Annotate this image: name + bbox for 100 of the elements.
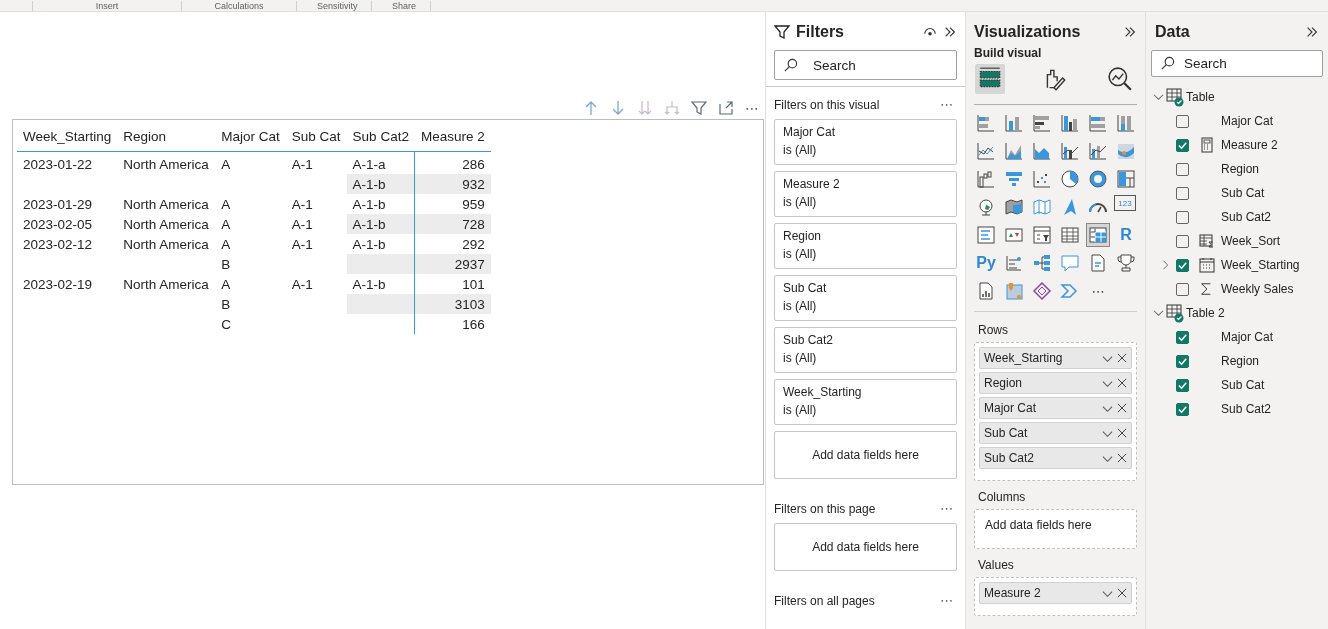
field-name[interactable]: Sub Cat	[1221, 378, 1265, 392]
checkbox[interactable]	[1176, 258, 1189, 272]
drop-zone-hint[interactable]: Add data fields here	[979, 514, 1132, 540]
search-field[interactable]: Search	[1151, 50, 1323, 77]
field-name[interactable]: Week_Sort	[1221, 234, 1281, 248]
table-cell: A	[221, 276, 231, 292]
table-name[interactable]: Table 2	[1186, 306, 1225, 320]
close-icon[interactable]	[1117, 428, 1127, 438]
filter-condition: is (All)	[783, 195, 818, 209]
ribbon-group-label: Insert	[32, 1, 181, 11]
column-header[interactable]: Region	[117, 120, 216, 152]
filter-card[interactable]: Sub Cat2 is (All)	[774, 327, 957, 373]
checkbox[interactable]	[1176, 402, 1189, 416]
slicer-icon[interactable]	[1030, 223, 1054, 247]
section-title: Filters on this visual	[774, 97, 880, 112]
filter-card[interactable]: Sub Cat is (All)	[774, 275, 957, 321]
field-name[interactable]: Sub Cat	[1221, 186, 1265, 200]
field-name[interactable]: Week_Starting	[1221, 258, 1300, 272]
table-cell: A-1	[291, 196, 313, 212]
field-pill[interactable]: Measure 2	[979, 582, 1132, 604]
field-well-label: Columns	[978, 490, 1027, 504]
field-pill[interactable]: Sub Cat	[979, 422, 1132, 444]
checkbox[interactable]	[1176, 354, 1189, 368]
multi-row-card-icon[interactable]	[974, 223, 998, 247]
close-icon[interactable]	[1117, 353, 1127, 363]
close-icon[interactable]	[1117, 378, 1127, 388]
trophy-icon[interactable]	[1114, 251, 1138, 275]
focus-mode-icon[interactable]	[718, 100, 734, 116]
table-cell: North America	[123, 216, 209, 232]
table-cell: A-1	[291, 216, 313, 232]
build-visual-icon[interactable]	[975, 64, 1005, 94]
table-name[interactable]: Table	[1186, 90, 1215, 104]
close-icon[interactable]	[1117, 588, 1127, 598]
table-cell: B	[221, 256, 231, 272]
table-cell: 932	[462, 176, 485, 192]
collapse-icon[interactable]	[943, 25, 957, 39]
chevron-icon[interactable]	[1153, 91, 1164, 103]
calculator-icon	[1199, 137, 1215, 153]
chevron-icon[interactable]	[1153, 307, 1164, 319]
filter-field-name: Major Cat	[783, 125, 836, 139]
checkbox[interactable]	[1176, 138, 1189, 152]
column-header[interactable]: Sub Cat2	[346, 120, 415, 152]
filter-field-name: Sub Cat2	[783, 333, 835, 347]
field-name: Week_Starting	[984, 351, 1064, 365]
field-name: Region	[984, 376, 1024, 390]
checkbox[interactable]	[1176, 282, 1189, 296]
filter-icon[interactable]	[691, 100, 707, 116]
field-name[interactable]: Region	[1221, 354, 1260, 368]
checkbox[interactable]	[1176, 186, 1189, 200]
filter-field-name: Measure 2	[783, 177, 841, 191]
field-pill[interactable]: Major Cat	[979, 397, 1132, 419]
close-icon[interactable]	[1117, 453, 1127, 463]
checkbox[interactable]	[1176, 378, 1189, 392]
field-name[interactable]: Weekly Sales	[1221, 282, 1294, 296]
down-arrow-icon[interactable]	[610, 100, 626, 116]
search-field[interactable]: Search	[774, 50, 957, 80]
column-header[interactable]: Sub Cat	[285, 120, 347, 152]
checkbox[interactable]	[1176, 162, 1189, 176]
filter-card[interactable]: Major Cat is (All)	[774, 119, 957, 165]
field-pill[interactable]: Sub Cat2	[979, 447, 1132, 469]
field-name[interactable]: Major Cat	[1221, 330, 1273, 344]
table-cell: 2937	[454, 256, 485, 272]
table-cell: 166	[462, 316, 485, 332]
more-options-button[interactable]: ⋯	[936, 593, 957, 608]
column-header[interactable]: Week_Starting	[17, 120, 118, 152]
column-header[interactable]: Major Cat	[215, 120, 286, 152]
field-name[interactable]: Sub Cat2	[1221, 402, 1272, 416]
more-options-button[interactable]: ⋯	[936, 97, 957, 112]
column-header[interactable]: Measure 2	[414, 120, 491, 152]
field-name[interactable]: Sub Cat2	[1221, 210, 1272, 224]
collapse-icon[interactable]	[1305, 25, 1319, 39]
field-name[interactable]: Region	[1221, 162, 1260, 176]
donut-chart-icon[interactable]	[1086, 167, 1110, 191]
checkbox[interactable]	[1176, 234, 1189, 248]
more-visuals-button[interactable]: ⋯	[1086, 279, 1110, 303]
checkbox[interactable]	[1176, 210, 1189, 224]
collapse-icon[interactable]	[1123, 25, 1137, 39]
close-icon[interactable]	[1117, 403, 1127, 413]
field-name[interactable]: Major Cat	[1221, 114, 1273, 128]
drop-zone[interactable]: Add data fields here	[774, 523, 957, 571]
drop-zone[interactable]: Add data fields here	[774, 431, 957, 479]
diamond-icon[interactable]	[1030, 279, 1054, 303]
filter-card[interactable]: Measure 2 is (All)	[774, 171, 957, 217]
table-cell: A-1-b	[352, 196, 386, 212]
ribbon-group-label: Calculations	[181, 1, 296, 11]
field-pill[interactable]: Week_Starting	[979, 347, 1132, 369]
filter-card[interactable]: Region is (All)	[774, 223, 957, 269]
up-arrow-icon[interactable]	[583, 100, 599, 116]
more-options-button[interactable]: ⋯	[936, 501, 957, 516]
card-icon[interactable]: 123	[1114, 195, 1136, 211]
pie-chart-icon[interactable]	[1058, 167, 1082, 191]
section-title: Filters on all pages	[774, 593, 875, 608]
more-options-button[interactable]: ⋯	[745, 100, 759, 116]
field-pill[interactable]: Region	[979, 372, 1132, 394]
filter-card[interactable]: Week_Starting is (All)	[774, 379, 957, 425]
checkbox[interactable]	[1176, 330, 1189, 344]
checkbox[interactable]	[1176, 114, 1189, 128]
table-cell: North America	[123, 276, 209, 292]
field-name[interactable]: Measure 2	[1221, 138, 1278, 152]
table-cell: 292	[462, 236, 485, 252]
